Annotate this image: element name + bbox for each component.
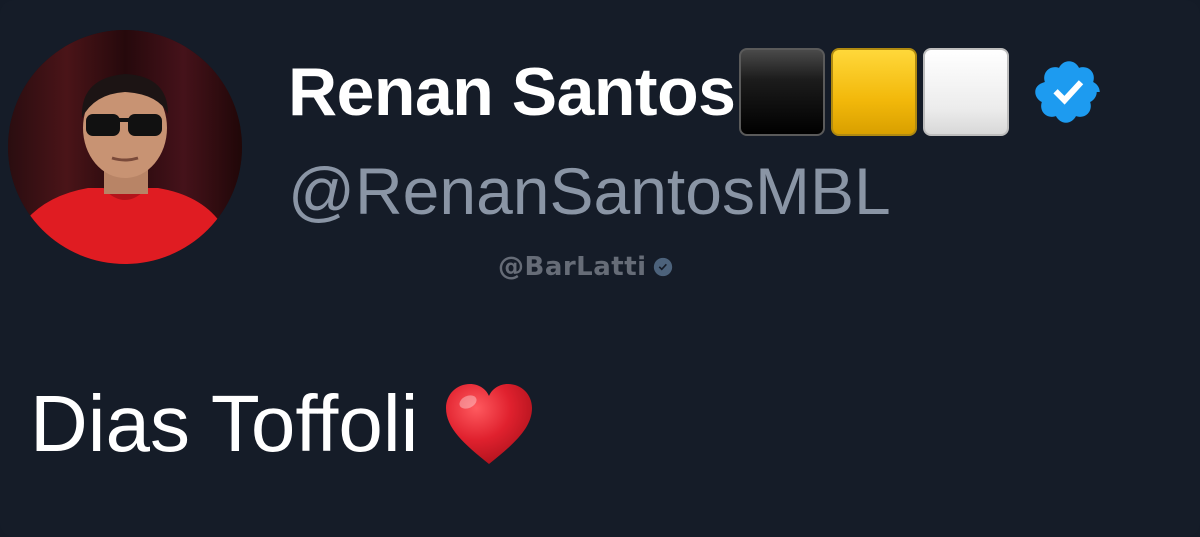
display-name[interactable]: Renan Santos [288, 58, 736, 126]
black-square-icon [739, 48, 826, 136]
verified-badge-icon [1033, 56, 1105, 128]
tweet-text-row: Dias Toffoli [30, 382, 534, 466]
watermark-text: @BarLatti [498, 252, 647, 282]
tweet-card: Renan Santos @RenanSantosMBL @BarLatti D… [0, 0, 1200, 537]
handle[interactable]: @RenanSantosMBL [288, 158, 891, 224]
name-row: Renan Santos [288, 44, 1105, 140]
avatar[interactable] [8, 30, 242, 264]
yellow-square-icon [831, 48, 918, 136]
red-heart-icon [444, 382, 534, 466]
verified-badge-icon [653, 257, 673, 277]
watermark: @BarLatti [498, 252, 673, 282]
white-square-icon [923, 48, 1010, 136]
tweet-text: Dias Toffoli [30, 379, 419, 468]
profile-photo [8, 30, 242, 264]
